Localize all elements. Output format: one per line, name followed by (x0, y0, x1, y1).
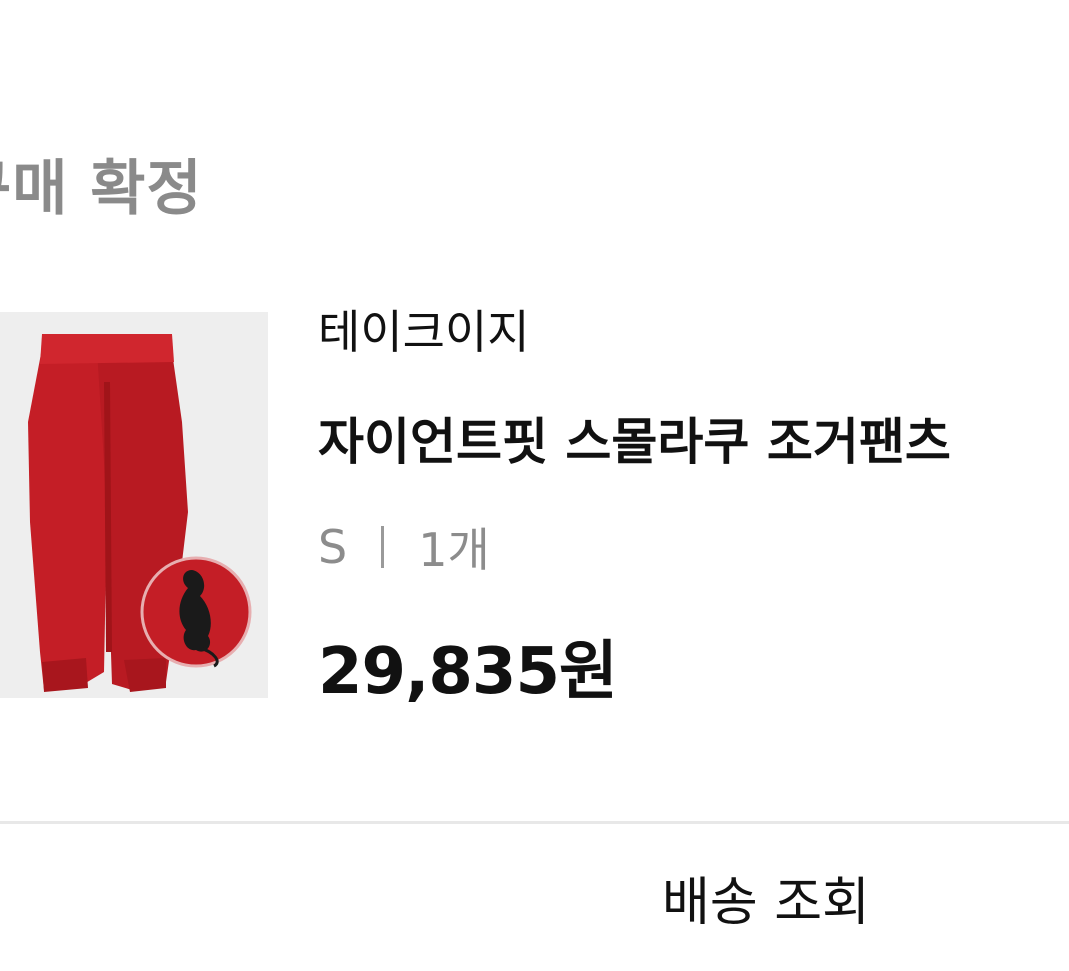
option-separator (381, 526, 385, 568)
option-size: S (318, 520, 348, 574)
delivery-tracking-button[interactable]: 배송 조회 (600, 824, 1069, 971)
option-quantity: 1개 (418, 523, 490, 577)
order-item-card: 구매 확정 테이크이지 자이언트핏 스몰라쿠 조거팬츠 S 1개 29,835원 (0, 0, 1069, 971)
product-brand[interactable]: 테이크이지 (318, 296, 530, 362)
red-jogger-pants-icon (0, 312, 268, 698)
product-price: 29,835원 (318, 635, 618, 709)
product-name[interactable]: 자이언트핏 스몰라쿠 조거팬츠 (318, 402, 951, 474)
product-thumbnail[interactable] (0, 312, 268, 698)
order-status-title: 구매 확정 (0, 154, 203, 224)
product-options: S 1개 (318, 514, 490, 580)
